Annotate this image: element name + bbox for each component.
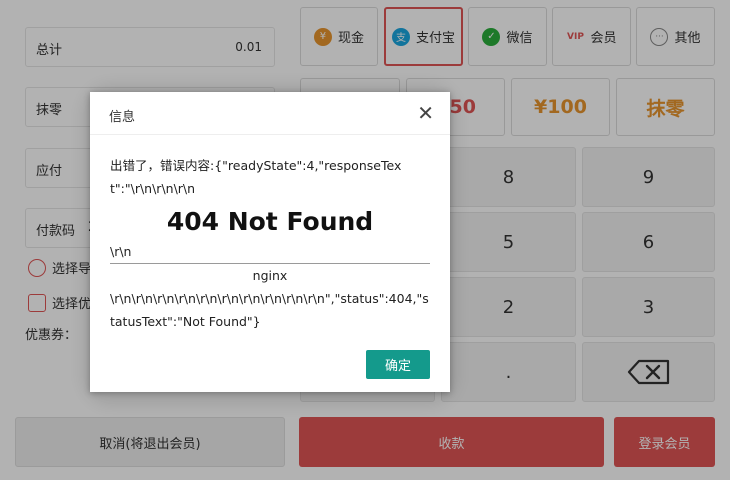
dialog-header: 信息 ✕ bbox=[90, 92, 450, 135]
not-found-heading: 404 Not Found bbox=[166, 207, 374, 236]
error-message-suffix: \r\n\r\n\r\n\r\n\r\n\r\n\r\n\r\n\r\n\r\n… bbox=[110, 291, 429, 329]
error-message-prefix: 出错了，错误内容:{"readyState":4,"responseText":… bbox=[110, 158, 402, 196]
confirm-button[interactable]: 确定 bbox=[366, 350, 430, 379]
close-icon[interactable]: ✕ bbox=[417, 103, 434, 123]
error-dialog: 信息 ✕ 出错了，错误内容:{"readyState":4,"responseT… bbox=[90, 92, 450, 392]
server-name: nginx bbox=[252, 268, 288, 283]
dialog-message: 出错了，错误内容:{"readyState":4,"responseText":… bbox=[110, 154, 430, 333]
dialog-title: 信息 bbox=[109, 110, 136, 125]
error-message-line: \r\n bbox=[110, 244, 132, 259]
